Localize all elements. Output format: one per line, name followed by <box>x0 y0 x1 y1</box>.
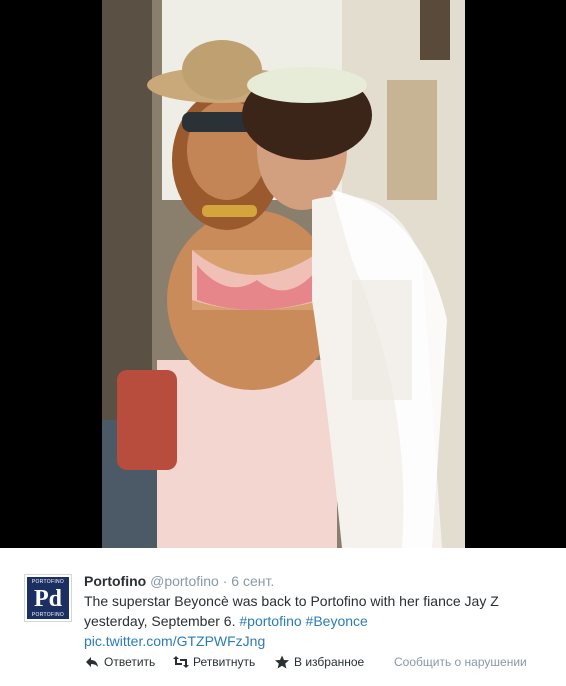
header-separator: · <box>222 573 228 589</box>
star-icon <box>275 655 289 669</box>
retweet-button[interactable]: Ретвитнуть <box>173 655 255 669</box>
avatar-logo-mark: Pd <box>33 586 62 612</box>
hashtag-portofino[interactable]: #portofino <box>239 613 301 629</box>
tweet-text: The superstar Beyoncè was back to Portof… <box>84 591 554 651</box>
favorite-label: В избранное <box>294 655 365 669</box>
avatar-logo-top-text: PORTOFINO <box>31 579 65 585</box>
retweet-label: Ретвитнуть <box>193 655 256 669</box>
reply-icon <box>86 657 98 667</box>
report-link[interactable]: Сообщить о нарушении <box>394 655 527 669</box>
pic-link[interactable]: pic.twitter.com/GTZPWFzJng <box>84 633 265 649</box>
tweet-header: Portofino @portofino · 6 сент. <box>84 572 274 590</box>
avatar-logo: PORTOFINO Pd PORTOFINO <box>27 577 69 619</box>
photo-illustration <box>102 0 465 548</box>
tweet-body: PORTOFINO Pd PORTOFINO Portofino @portof… <box>0 548 566 686</box>
avatar[interactable]: PORTOFINO Pd PORTOFINO <box>24 574 72 622</box>
hashtag-beyonce[interactable]: #Beyonce <box>306 613 368 629</box>
retweet-icon <box>173 656 189 668</box>
avatar-logo-bottom-text: PORTOFINO <box>31 612 65 618</box>
favorite-button[interactable]: В избранное <box>274 655 364 669</box>
author-name[interactable]: Portofino <box>84 573 146 589</box>
tweet-media[interactable] <box>0 0 566 548</box>
author-handle[interactable]: @portofino <box>150 573 219 589</box>
tweet-timestamp[interactable]: 6 сент. <box>231 573 274 589</box>
reply-label: Ответить <box>104 655 156 669</box>
reply-button[interactable]: Ответить <box>84 655 155 669</box>
tweet-photo[interactable] <box>102 0 465 548</box>
